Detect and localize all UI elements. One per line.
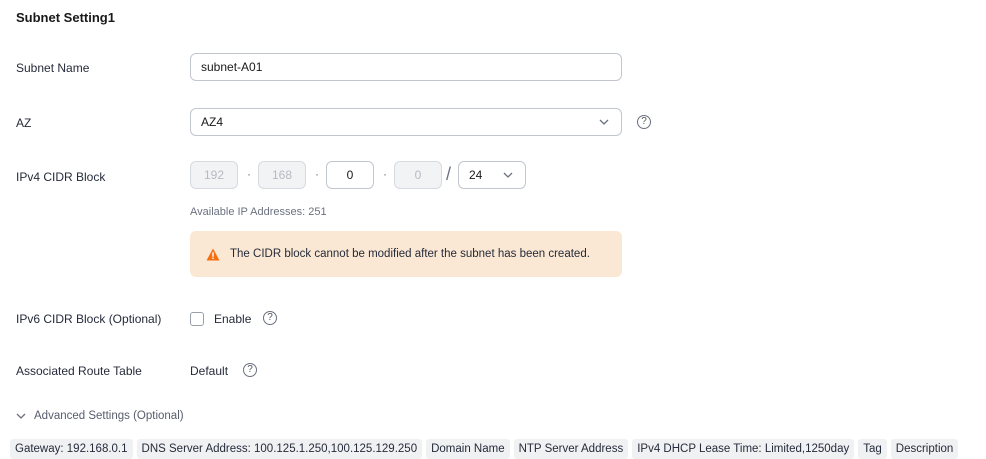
chevron-down-icon bbox=[503, 172, 513, 178]
question-circle-icon[interactable]: ? bbox=[243, 363, 257, 377]
octet-separator: · bbox=[383, 167, 387, 181]
summary-tag-description: Description bbox=[890, 439, 959, 459]
summary-tag-domain: Domain Name bbox=[426, 439, 510, 459]
mask-select[interactable]: 24 bbox=[458, 161, 526, 189]
advanced-summary-tags: Gateway: 192.168.0.1 DNS Server Address:… bbox=[10, 439, 959, 459]
summary-tag-gateway: Gateway: 192.168.0.1 bbox=[10, 439, 133, 459]
subnet-name-input[interactable]: subnet-A01 bbox=[190, 53, 622, 81]
az-select-value: AZ4 bbox=[201, 115, 224, 129]
az-label: AZ bbox=[16, 116, 32, 130]
subnet-name-label: Subnet Name bbox=[16, 61, 90, 75]
advanced-settings-label: Advanced Settings (Optional) bbox=[34, 410, 184, 422]
ipv6-enable-checkbox[interactable] bbox=[190, 312, 204, 326]
section-title: Subnet Setting1 bbox=[16, 10, 115, 25]
summary-tag-tag: Tag bbox=[858, 439, 887, 459]
chevron-down-icon bbox=[599, 119, 609, 125]
ipv6-cidr-label: IPv6 CIDR Block (Optional) bbox=[16, 312, 162, 326]
ipv4-octet-4: 0 bbox=[394, 161, 442, 189]
available-ip-hint: Available IP Addresses: 251 bbox=[190, 206, 327, 218]
summary-tag-dhcp-lease: IPv4 DHCP Lease Time: Limited,1250day bbox=[632, 439, 855, 459]
cidr-warning-banner: The CIDR block cannot be modified after … bbox=[190, 231, 622, 277]
ipv4-octet-2: 168 bbox=[258, 161, 306, 189]
summary-tag-ntp: NTP Server Address bbox=[513, 439, 629, 459]
ipv4-octet-3-input[interactable]: 0 bbox=[326, 161, 374, 189]
cidr-warning-text: The CIDR block cannot be modified after … bbox=[230, 248, 590, 260]
route-table-label: Associated Route Table bbox=[16, 364, 142, 378]
octet-separator: · bbox=[315, 167, 319, 181]
ipv4-octet-1: 192 bbox=[190, 161, 238, 189]
question-circle-icon[interactable]: ? bbox=[637, 115, 651, 129]
mask-select-value: 24 bbox=[469, 168, 483, 182]
ipv4-cidr-label: IPv4 CIDR Block bbox=[16, 170, 106, 184]
advanced-settings-toggle[interactable]: Advanced Settings (Optional) bbox=[16, 410, 184, 422]
mask-separator: / bbox=[446, 164, 452, 184]
octet-separator: · bbox=[247, 167, 251, 181]
chevron-down-icon bbox=[16, 413, 26, 419]
ipv6-enable-label[interactable]: Enable bbox=[214, 312, 251, 326]
summary-tag-dns: DNS Server Address: 100.125.1.250,100.12… bbox=[136, 439, 423, 459]
warning-triangle-icon bbox=[206, 248, 220, 260]
question-circle-icon[interactable]: ? bbox=[263, 311, 277, 325]
az-select[interactable]: AZ4 bbox=[190, 108, 622, 136]
route-table-value: Default bbox=[190, 364, 229, 378]
